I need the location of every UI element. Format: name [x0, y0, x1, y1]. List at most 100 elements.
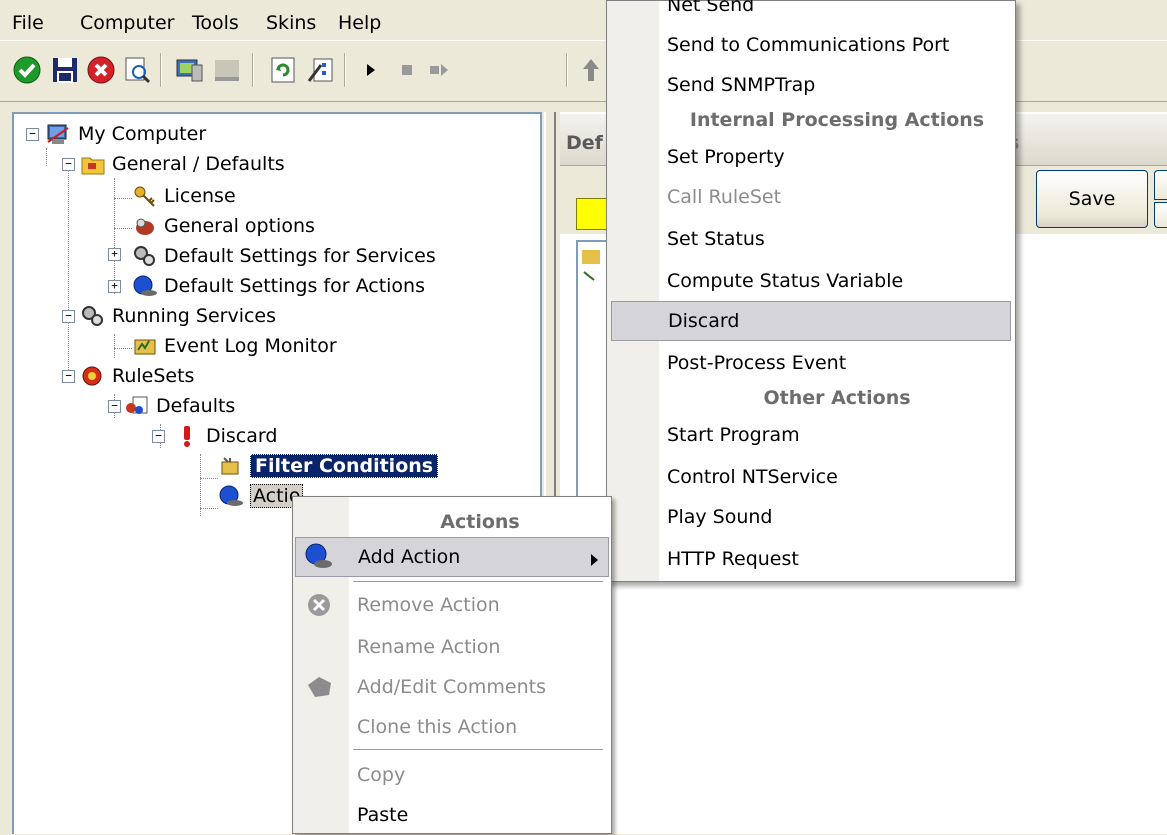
tree-node-license[interactable]: License — [132, 182, 236, 210]
submenu-item-http-request[interactable]: HTTP Request — [607, 539, 1015, 579]
menu-separator — [353, 749, 603, 750]
tree-line — [200, 508, 218, 509]
tree-node-actions[interactable]: Actio — [218, 482, 304, 510]
menu-item-clone-action: Clone this Action — [357, 716, 518, 738]
tree-node-my-computer[interactable]: My Computer — [46, 120, 206, 148]
menu-help[interactable]: Help — [338, 12, 381, 34]
collapse-toggle[interactable]: − — [62, 370, 75, 383]
submenu-item-control-ntservice[interactable]: Control NTService — [607, 457, 1015, 497]
menu-separator — [353, 581, 603, 582]
key-icon — [132, 184, 158, 208]
details-title: Def — [566, 132, 603, 154]
tree-node-default-settings-actions[interactable]: Default Settings for Actions — [132, 272, 425, 300]
tree-line — [68, 168, 69, 382]
step-icon[interactable] — [424, 55, 454, 85]
up-arrow-icon[interactable] — [576, 55, 606, 85]
submenu-item-set-property[interactable]: Set Property — [607, 137, 1015, 177]
submenu-item-start-program[interactable]: Start Program — [607, 415, 1015, 455]
submenu-header-other: Other Actions — [659, 387, 1015, 415]
folder-icon — [80, 152, 106, 176]
monitor-icon[interactable] — [174, 55, 204, 85]
tree-line — [200, 478, 218, 479]
save-icon[interactable] — [50, 55, 80, 85]
search-icon[interactable] — [122, 55, 152, 85]
spin-up-button[interactable] — [1154, 170, 1167, 200]
toolbar-separator — [252, 53, 254, 87]
menu-item-paste[interactable]: Paste — [293, 795, 611, 835]
tree-node-running-services[interactable]: Running Services — [80, 302, 276, 330]
submenu-header-internal: Internal Processing Actions — [659, 109, 1015, 137]
tree-label: General / Defaults — [112, 153, 285, 175]
tree-node-default-settings-services[interactable]: Default Settings for Services — [132, 242, 436, 270]
event-log-icon — [132, 334, 158, 358]
exclamation-icon — [174, 424, 200, 448]
submenu-item-post-process-event[interactable]: Post-Process Event — [607, 343, 1015, 383]
tree-label: Default Settings for Actions — [164, 275, 425, 297]
menu-computer[interactable]: Computer — [80, 12, 174, 34]
menu-item-rename-action: Rename Action — [357, 636, 501, 658]
spin-down-button[interactable] — [1154, 202, 1167, 228]
gears-icon — [80, 304, 106, 328]
tree-line — [46, 148, 47, 166]
ok-icon[interactable] — [12, 55, 42, 85]
globe-icon — [132, 274, 158, 298]
submenu-item-set-status[interactable]: Set Status — [607, 219, 1015, 259]
expand-toggle[interactable]: + — [108, 248, 121, 261]
tree-label: RuleSets — [112, 365, 195, 387]
save-button[interactable]: Save — [1036, 170, 1148, 228]
tree-line — [114, 348, 132, 349]
submenu-item-call-ruleset: Call RuleSet — [667, 186, 782, 208]
globe-icon — [218, 484, 244, 508]
tree-node-general-defaults[interactable]: General / Defaults — [80, 150, 285, 178]
add-action-submenu: Net Send Send to Communications Port Sen… — [606, 0, 1016, 582]
tree-label-selected: Filter Conditions — [250, 454, 439, 478]
tree-line — [114, 178, 115, 294]
ruleset-icon — [80, 364, 106, 388]
tree-label: Event Log Monitor — [164, 335, 337, 357]
actions-context-menu: Actions Add Action Remove Action Rename … — [292, 496, 612, 834]
expand-toggle[interactable]: + — [108, 280, 121, 293]
submenu-item-discard[interactable]: Discard — [611, 301, 1011, 341]
collapse-toggle[interactable]: − — [62, 158, 75, 171]
cancel-icon[interactable] — [86, 55, 116, 85]
tree-node-rulesets[interactable]: RuleSets — [80, 362, 194, 390]
toolbar-separator — [344, 53, 346, 87]
tree-label: Running Services — [112, 305, 277, 327]
submenu-item-send-comm-port[interactable]: Send to Communications Port — [607, 25, 1015, 65]
collapse-toggle[interactable]: − — [26, 128, 39, 141]
tree-line — [114, 334, 115, 358]
computer-icon — [46, 122, 72, 146]
menu-file[interactable]: File — [12, 12, 44, 34]
toolbar-separator — [566, 53, 568, 87]
collapse-toggle[interactable]: − — [62, 310, 75, 323]
collapse-toggle[interactable]: − — [152, 430, 165, 443]
tree-node-discard[interactable]: Discard — [174, 422, 277, 450]
submenu-item-play-sound[interactable]: Play Sound — [607, 497, 1015, 537]
menu-item-add-action[interactable]: Add Action — [295, 537, 609, 577]
tree-node-event-log-monitor[interactable]: Event Log Monitor — [132, 332, 337, 360]
submenu-arrow-icon — [590, 550, 600, 572]
submenu-item-send-snmp-trap[interactable]: Send SNMPTrap — [607, 65, 1015, 105]
gears-icon — [132, 244, 158, 268]
comment-icon — [305, 673, 333, 701]
stop-square-icon[interactable] — [212, 55, 242, 85]
play-icon[interactable] — [356, 55, 386, 85]
refresh-icon[interactable] — [268, 55, 298, 85]
tree-line — [114, 228, 132, 229]
tree-node-filter-conditions[interactable]: Filter Conditions — [218, 452, 439, 480]
submenu-item-net-send[interactable]: Net Send — [607, 0, 1015, 25]
tree-node-general-options[interactable]: General options — [132, 212, 315, 240]
tree-line — [114, 198, 132, 199]
menu-tools[interactable]: Tools — [192, 12, 239, 34]
collapse-toggle[interactable]: − — [108, 400, 121, 413]
wizard-icon[interactable] — [306, 55, 336, 85]
tree-node-defaults[interactable]: Defaults — [124, 392, 235, 420]
filter-icon — [218, 454, 244, 478]
menu-skins[interactable]: Skins — [266, 12, 316, 34]
tree-label: Discard — [206, 425, 278, 447]
menu-item-remove-action: Remove Action — [293, 585, 611, 625]
stop-icon[interactable] — [392, 55, 422, 85]
submenu-item-compute-status-variable[interactable]: Compute Status Variable — [607, 261, 1015, 301]
menu-item-copy: Copy — [357, 764, 406, 786]
toolbar-separator — [160, 53, 162, 87]
